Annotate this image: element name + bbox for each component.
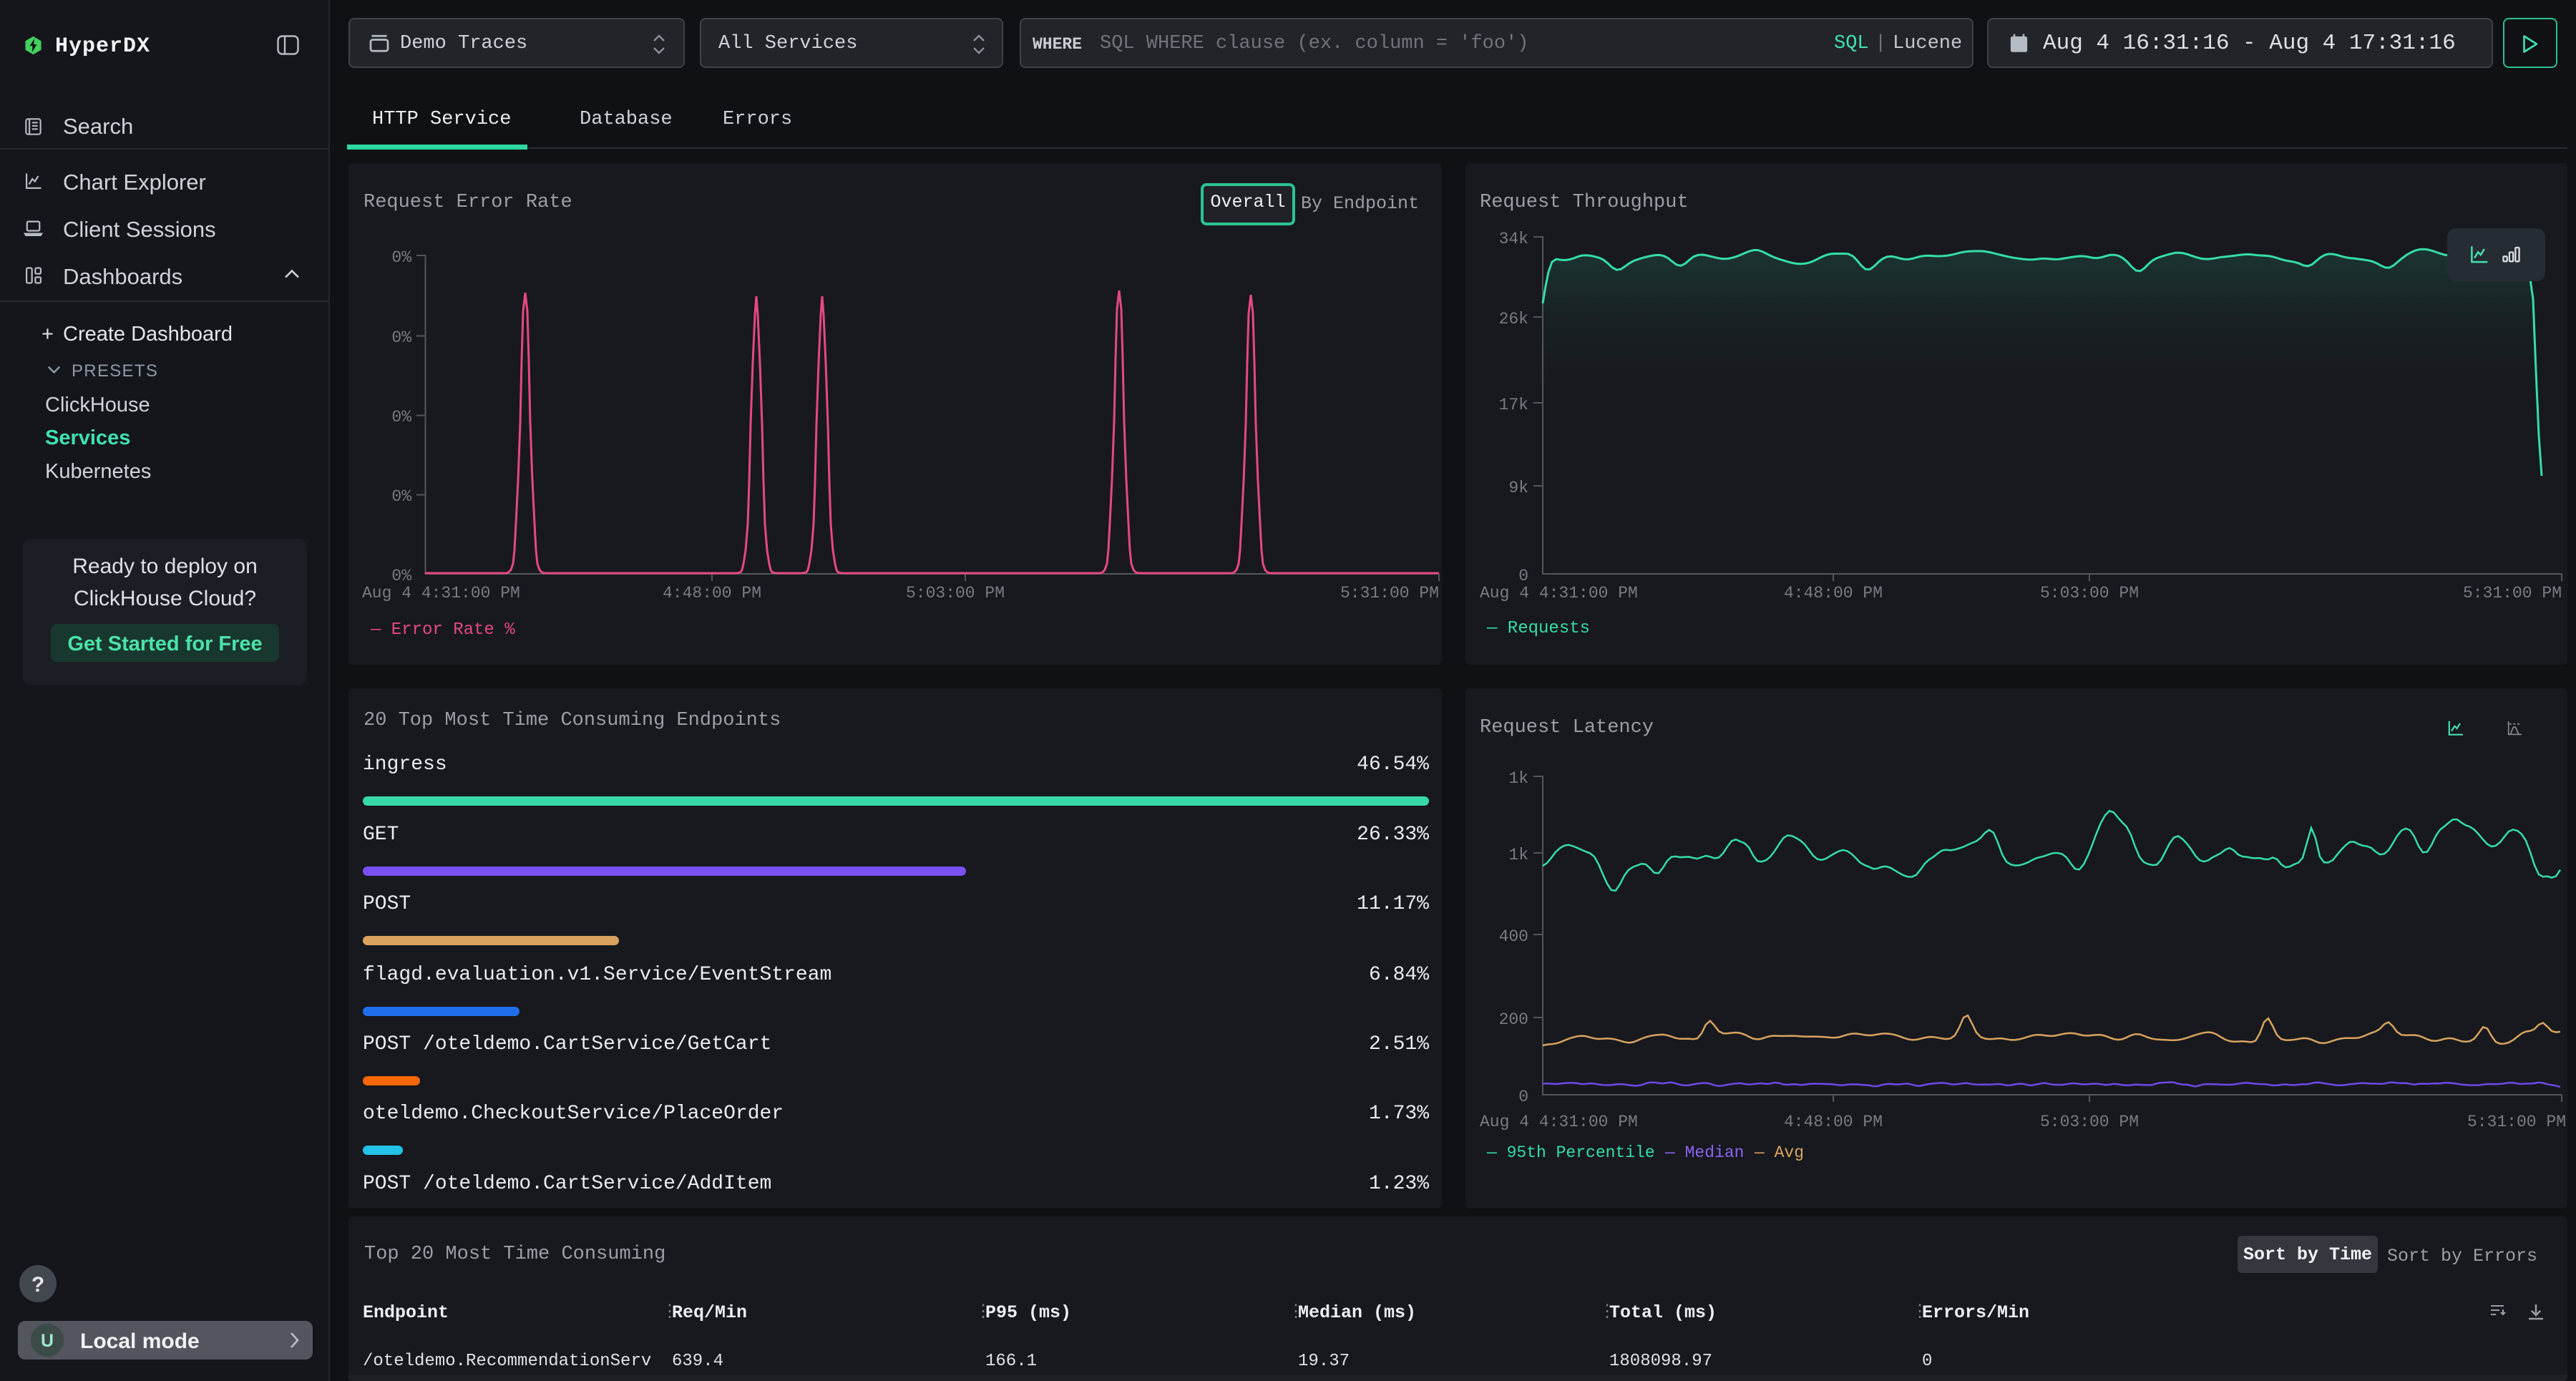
svg-text:9k: 9k [1508,479,1528,497]
svg-text:5:31:00 PM: 5:31:00 PM [1340,584,1439,602]
svg-text:— 95th Percentile: — 95th Percentile [1486,1143,1655,1162]
svg-text:0%: 0% [391,487,411,506]
svg-text:5:03:00 PM: 5:03:00 PM [906,584,1005,602]
svg-text:Aug 4 4:31:00 PM: Aug 4 4:31:00 PM [362,584,520,602]
svg-text:0%: 0% [391,328,411,347]
svg-text:— Avg: — Avg [1754,1143,1804,1162]
svg-text:0%: 0% [391,248,411,267]
svg-text:1k: 1k [1508,769,1528,788]
svg-text:5:03:00 PM: 5:03:00 PM [2040,1113,2139,1131]
svg-text:— Median: — Median [1664,1143,1744,1162]
svg-text:5:03:00 PM: 5:03:00 PM [2040,584,2139,602]
svg-text:Aug 4 4:31:00 PM: Aug 4 4:31:00 PM [1480,1113,1638,1131]
svg-text:0: 0 [1518,567,1528,585]
svg-text:4:48:00 PM: 4:48:00 PM [663,584,761,602]
svg-text:1k: 1k [1508,846,1528,864]
svg-text:200: 200 [1499,1010,1528,1029]
svg-text:26k: 26k [1499,310,1528,328]
svg-text:5:31:00 PM: 5:31:00 PM [2463,584,2562,602]
svg-text:0%: 0% [391,567,411,585]
svg-text:0%: 0% [391,408,411,426]
svg-text:— Requests: — Requests [1486,619,1590,638]
svg-text:34k: 34k [1499,230,1528,248]
svg-text:Aug 4 4:31:00 PM: Aug 4 4:31:00 PM [1480,584,1638,602]
svg-text:4:48:00 PM: 4:48:00 PM [1784,584,1883,602]
svg-text:4:48:00 PM: 4:48:00 PM [1784,1113,1883,1131]
svg-text:5:31:00 PM: 5:31:00 PM [2467,1113,2566,1131]
svg-text:17k: 17k [1499,396,1528,414]
svg-text:400: 400 [1499,927,1528,946]
svg-text:— Error Rate %: — Error Rate % [370,620,515,640]
svg-text:0: 0 [1518,1088,1528,1106]
